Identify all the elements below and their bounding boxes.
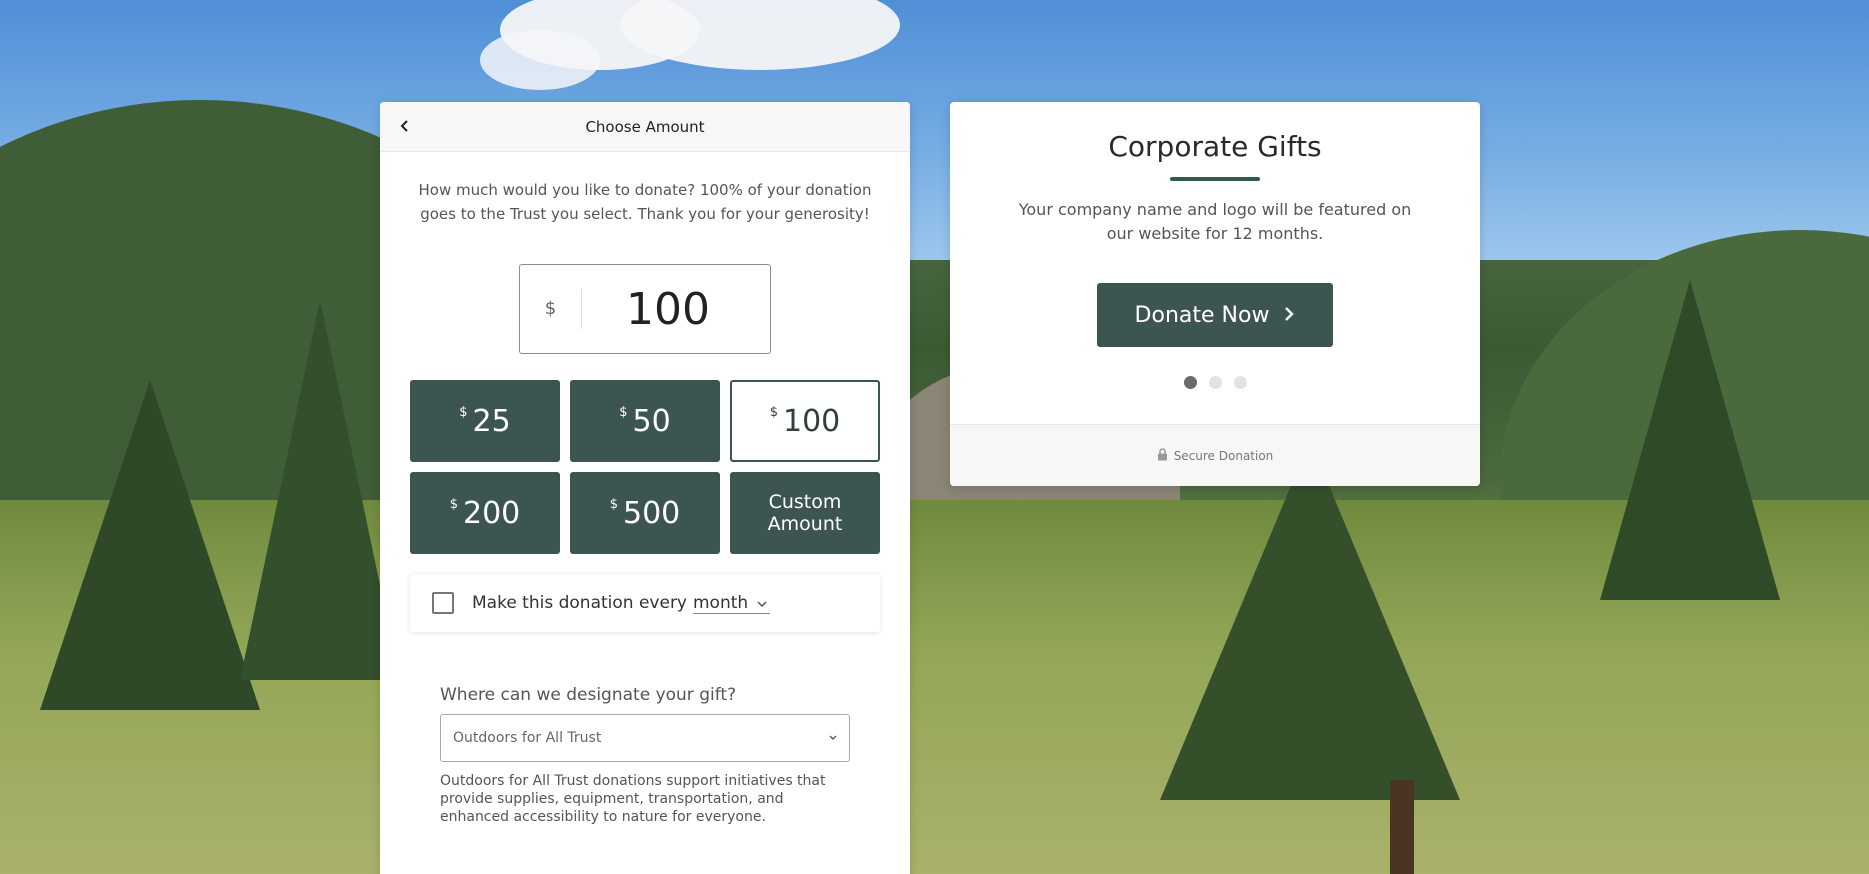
preset-currency: $ [459,404,468,420]
cloud [480,30,600,90]
custom-amount-label: Custom Amount [767,491,843,535]
background-landscape [0,0,1869,874]
carousel-dot[interactable] [1183,376,1197,389]
chevron-down-icon [756,595,768,615]
intro-text: How much would you like to donate? 100% … [418,181,872,223]
preset-currency: $ [609,496,618,512]
designate-selected-value: Outdoors for All Trust [453,730,602,746]
recurring-checkbox[interactable] [432,592,454,614]
carousel-dots [950,376,1480,389]
amount-input[interactable]: $ 100 [519,264,771,354]
chevron-left-icon [399,118,411,137]
lock-icon [1157,447,1168,464]
frequency-value: month [693,592,749,613]
preset-amount: 200 [463,495,521,531]
pine-tree [40,380,260,710]
chevron-down-icon [827,731,839,747]
pine-tree [1160,440,1460,800]
title-underline [1170,177,1260,181]
preset-amount: 100 [783,403,841,439]
secure-donation-footer: Secure Donation [950,424,1480,486]
preset-amount: 25 [472,403,511,439]
designate-dropdown[interactable]: Outdoors for All Trust [440,714,850,762]
preset-button-100[interactable]: $ 100 [730,380,880,462]
carousel-dot[interactable] [1233,376,1247,389]
corporate-gifts-card: Corporate Gifts Your company name and lo… [950,102,1480,486]
preset-currency: $ [449,496,458,512]
preset-button-50[interactable]: $ 50 [570,380,720,462]
corporate-gifts-description: Your company name and logo will be featu… [1018,200,1412,243]
donate-now-button[interactable]: Donate Now [1097,283,1333,347]
preset-button-200[interactable]: $ 200 [410,472,560,554]
secure-donation-label: Secure Donation [1173,448,1274,463]
pine-tree [1600,280,1780,600]
preset-button-500[interactable]: $ 500 [570,472,720,554]
amount-value[interactable]: 100 [582,284,770,335]
preset-button-25[interactable]: $ 25 [410,380,560,462]
tree-trunk [1390,780,1414,874]
recurring-donation-row: Make this donation every month [410,574,880,632]
designate-label: Where can we designate your gift? [440,685,737,705]
preset-currency: $ [769,404,778,420]
preset-amounts: $ 25 $ 50 $ 100 $ 200 $ 500 Custom Amoun… [410,380,880,554]
donate-now-label: Donate Now [1134,302,1270,328]
designate-description: Outdoors for All Trust donations support… [440,773,826,825]
page-title: Choose Amount [585,117,705,136]
chevron-right-icon [1283,303,1295,328]
carousel-dot[interactable] [1208,376,1222,389]
card-header: Choose Amount [380,102,910,152]
custom-amount-button[interactable]: Custom Amount [730,472,880,554]
preset-currency: $ [619,404,628,420]
choose-amount-card: Choose Amount How much would you like to… [380,102,910,874]
recurring-label: Make this donation every [472,593,687,613]
back-button[interactable] [392,114,418,140]
preset-amount: 500 [623,495,681,531]
pine-tree [240,300,400,680]
frequency-select[interactable]: month [693,592,771,615]
preset-amount: 50 [632,403,671,439]
amount-currency: $ [520,289,582,329]
corporate-gifts-title: Corporate Gifts [1108,130,1322,163]
